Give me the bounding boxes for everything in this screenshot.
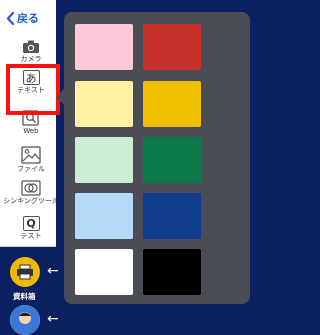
swatch-light-blue[interactable] <box>75 193 133 239</box>
swatch-yellow[interactable] <box>143 81 201 127</box>
tool-web-label: Web <box>23 127 39 135</box>
swatch-black[interactable] <box>143 249 201 295</box>
user-avatar[interactable] <box>10 305 40 335</box>
swatch-light-green[interactable] <box>75 137 133 183</box>
swatch-light-yellow[interactable] <box>75 81 133 127</box>
chevron-left-icon <box>6 11 15 25</box>
swatch-pink[interactable] <box>75 24 133 70</box>
user-avatar-icon <box>10 305 40 335</box>
color-palette-popup <box>64 12 250 304</box>
swatch-red[interactable] <box>143 24 201 70</box>
tool-camera[interactable]: カメラ <box>0 40 62 64</box>
tool-camera-label: カメラ <box>20 55 42 63</box>
tool-thinking[interactable]: シンキングツール <box>0 180 62 206</box>
tool-test[interactable]: Q テスト <box>0 216 62 241</box>
tool-file-label: ファイル <box>17 165 45 173</box>
printer-icon <box>17 264 33 280</box>
image-file-icon <box>21 146 41 164</box>
back-label: 戻る <box>17 12 39 25</box>
thinking-tool-icon <box>21 180 41 196</box>
toolbar-divider <box>0 246 56 247</box>
tool-test-label: テスト <box>20 232 42 240</box>
material-box-button[interactable] <box>10 257 40 287</box>
back-button[interactable]: 戻る <box>6 10 39 26</box>
highlight-frame <box>6 64 60 115</box>
arrow-left-icon: ← <box>47 311 59 327</box>
swatch-white[interactable] <box>75 249 133 295</box>
material-box-label: 資料箱 <box>13 292 36 301</box>
left-toolbar: 戻る カメラ あ テキスト Web ファイル シンキングツール Q テスト <box>0 0 59 246</box>
tool-file[interactable]: ファイル <box>0 146 62 174</box>
camera-icon <box>23 40 39 53</box>
swatch-blue[interactable] <box>143 193 201 239</box>
swatch-green[interactable] <box>143 137 201 183</box>
arrow-left-icon: ← <box>47 263 59 279</box>
tool-thinking-label: シンキングツール <box>3 197 59 205</box>
test-icon: Q <box>22 216 40 231</box>
